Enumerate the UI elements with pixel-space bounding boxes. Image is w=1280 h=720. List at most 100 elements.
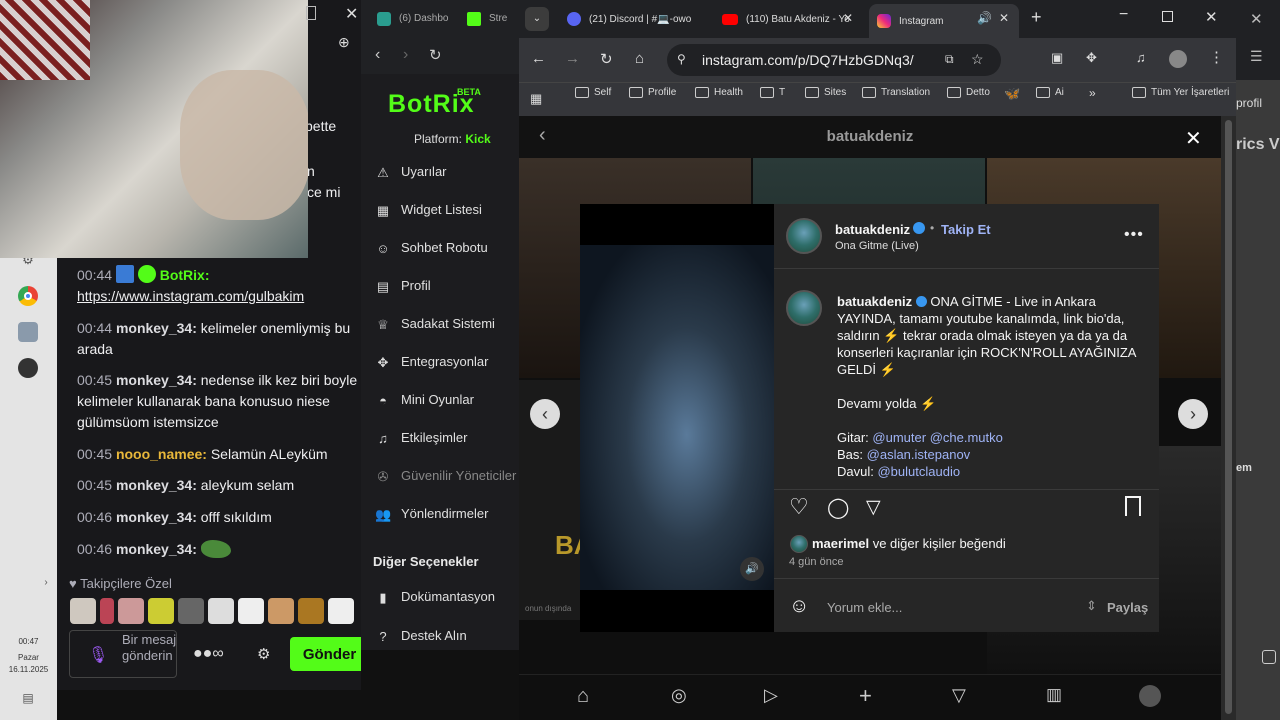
- tab-discord[interactable]: (21) Discord | #💻-owo: [559, 6, 709, 32]
- close-window-icon[interactable]: ✕: [1205, 8, 1218, 26]
- dashboard-tab-label[interactable]: (6) Dashbo: [399, 13, 448, 24]
- notification-icon[interactable]: ▤: [18, 688, 38, 708]
- forward-icon[interactable]: →: [565, 50, 580, 67]
- profile-avatar[interactable]: [1169, 50, 1187, 68]
- emote-icon[interactable]: [268, 598, 294, 624]
- tab-search-icon[interactable]: ⌄: [525, 7, 549, 31]
- media-icon[interactable]: ♫: [1136, 50, 1146, 65]
- chat-input[interactable]: 🎙 Bir mesaj gönderin: [69, 630, 177, 678]
- emote-icon[interactable]: [298, 598, 324, 624]
- more-options-icon[interactable]: •••: [1124, 226, 1144, 244]
- extension-icon[interactable]: ▣: [1051, 50, 1063, 66]
- bookmark-detto[interactable]: Detto: [947, 87, 990, 98]
- chrome-icon[interactable]: [18, 286, 38, 306]
- emote-icon[interactable]: [238, 598, 264, 624]
- message-username[interactable]: BotRix:: [160, 267, 210, 283]
- menu-item-chatbot[interactable]: ☺ Sohbet Robotu: [375, 240, 487, 256]
- site-info-icon[interactable]: ⚲: [677, 52, 686, 66]
- liker-avatar[interactable]: [790, 535, 808, 553]
- stream-tab-label[interactable]: Stre: [489, 13, 507, 24]
- menu-item-interactions[interactable]: ♫ Etkileşimler: [375, 430, 467, 446]
- message-username[interactable]: monkey_34:: [116, 477, 197, 493]
- menu-icon[interactable]: ☰: [1250, 48, 1263, 65]
- emote-icon[interactable]: [148, 598, 174, 624]
- menu-item-redirects[interactable]: 👥 Yönlendirmeler: [375, 506, 488, 522]
- emote-icon[interactable]: [208, 598, 234, 624]
- tab-instagram[interactable]: Instagram: [869, 4, 1019, 38]
- post-timestamp[interactable]: 4 gün önce: [789, 556, 843, 568]
- restore-icon[interactable]: [306, 6, 316, 20]
- home-icon[interactable]: ⌂: [577, 685, 589, 708]
- menu-dots-icon[interactable]: ⋮: [1209, 48, 1224, 66]
- bookmark-star-icon[interactable]: ☆: [971, 51, 984, 68]
- menu-item-docs[interactable]: ▮ Dokümantasyon: [375, 589, 495, 605]
- comment-input[interactable]: Yorum ekle...: [827, 600, 902, 615]
- next-post-button[interactable]: ›: [1178, 399, 1208, 429]
- message-link[interactable]: https://www.instagram.com/gulbakim: [77, 288, 304, 304]
- close-tab-icon[interactable]: ✕: [999, 11, 1009, 25]
- widget-icon[interactable]: [1262, 650, 1276, 664]
- back-icon[interactable]: ←: [531, 50, 546, 67]
- post-audio[interactable]: Ona Gitme (Live): [835, 240, 919, 252]
- bookmark-t[interactable]: T: [760, 87, 785, 98]
- bookmark-sites[interactable]: Sites: [805, 87, 846, 98]
- microphone-icon[interactable]: 🎙: [88, 645, 108, 665]
- message-username[interactable]: monkey_34:: [116, 372, 197, 388]
- comment-icon[interactable]: ◯: [827, 495, 849, 520]
- send-icon[interactable]: ▽: [952, 685, 966, 706]
- message-username[interactable]: monkey_34:: [116, 320, 197, 336]
- menu-item-profile[interactable]: ▤ Profil: [375, 278, 431, 294]
- post-comment-button[interactable]: Paylaş: [1107, 600, 1148, 615]
- message-username[interactable]: monkey_34:: [116, 509, 197, 525]
- mute-icon[interactable]: 🔊: [740, 557, 764, 581]
- close-icon[interactable]: ✕: [1250, 10, 1263, 28]
- tab-youtube[interactable]: (110) Batu Akdeniz - Yo: [714, 6, 864, 32]
- new-tab-icon[interactable]: +: [1031, 7, 1042, 28]
- follow-button[interactable]: Takip Et: [941, 222, 991, 237]
- bookmark-all[interactable]: Tüm Yer İşaretleri: [1132, 87, 1229, 98]
- reels-icon[interactable]: ▷: [764, 685, 778, 706]
- bluesky-icon[interactable]: 🦋: [1004, 86, 1020, 102]
- send-button[interactable]: Gönder: [290, 637, 369, 671]
- menu-item-minigames[interactable]: ◓ Mini Oyunlar: [375, 392, 474, 408]
- likes-text[interactable]: ve diğer kişiler: [873, 536, 956, 551]
- app-icon[interactable]: [18, 322, 38, 342]
- menu-item-integrations[interactable]: ✥ Entegrasyonlar: [375, 354, 489, 370]
- reload-icon[interactable]: ↻: [600, 50, 613, 68]
- avatar[interactable]: [786, 218, 822, 254]
- emote-icon[interactable]: [118, 598, 144, 624]
- bookmark-self[interactable]: Self: [575, 87, 611, 98]
- address-bar[interactable]: ⚲ instagram.com/p/DQ7HzbGDNq3/ ☆ ⧉: [667, 44, 1001, 76]
- menu-item-widgets[interactable]: ▦ Widget Listesi: [375, 202, 482, 218]
- bookmark-profile[interactable]: Profile: [629, 87, 676, 98]
- zoom-icon[interactable]: ⊕: [338, 34, 350, 51]
- emoji-icon[interactable]: ☺: [789, 595, 809, 618]
- like-icon[interactable]: ♡: [789, 494, 809, 520]
- emote-icon[interactable]: [328, 598, 354, 624]
- minimize-icon[interactable]: −: [1119, 6, 1128, 24]
- puzzle-icon[interactable]: ✥: [1086, 50, 1097, 66]
- dashboard-tab-icon[interactable]: [377, 12, 391, 26]
- apps-icon[interactable]: ▦: [530, 91, 542, 107]
- close-tab-icon[interactable]: ✕: [843, 11, 853, 25]
- home-icon[interactable]: ⌂: [635, 50, 644, 67]
- message-username[interactable]: monkey_34:: [116, 541, 197, 557]
- explore-icon[interactable]: ◎: [671, 685, 687, 706]
- liker-username[interactable]: maerimel: [812, 536, 869, 551]
- mention-link[interactable]: @aslan.istepanov: [867, 447, 971, 462]
- speaker-icon[interactable]: 🔊: [977, 11, 992, 25]
- reload-icon[interactable]: ↻: [429, 46, 442, 64]
- emote-icon[interactable]: [70, 598, 96, 624]
- maximize-icon[interactable]: [1162, 11, 1173, 22]
- avatar[interactable]: [786, 290, 822, 326]
- gear-icon[interactable]: ⚙: [257, 645, 270, 663]
- scrollbar[interactable]: [1221, 116, 1236, 720]
- menu-item-trusted-mods[interactable]: ✇ Güvenilir Yöneticiler: [375, 468, 517, 484]
- chevron-right-icon[interactable]: ›: [36, 572, 56, 592]
- caption-username[interactable]: batuakdeniz: [837, 294, 912, 309]
- save-icon[interactable]: [1125, 496, 1141, 516]
- post-username[interactable]: batuakdeniz: [835, 222, 910, 237]
- post-video[interactable]: 🔊: [580, 204, 774, 632]
- mention-link[interactable]: @umuter @che.mutko: [872, 430, 1002, 445]
- kick-tab-icon[interactable]: [467, 12, 481, 26]
